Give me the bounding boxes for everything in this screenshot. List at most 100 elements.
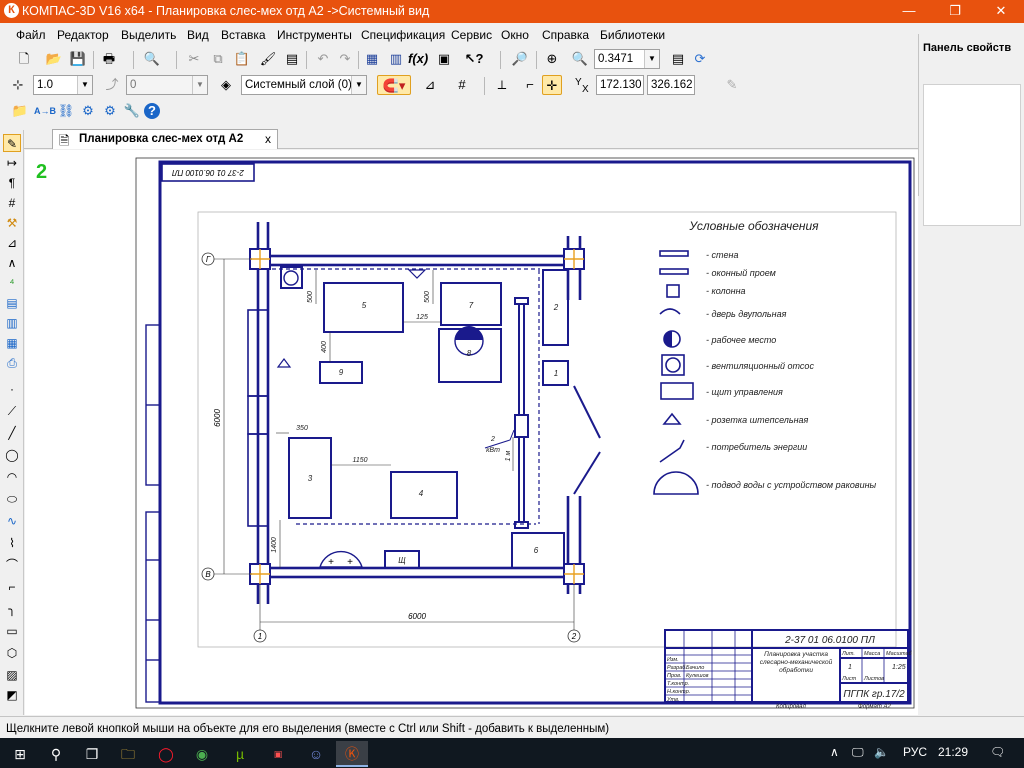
measure-icon[interactable]: ⊿	[3, 234, 21, 252]
tab-close-icon[interactable]: x	[265, 132, 271, 146]
help-pointer-icon[interactable]: ↖?	[464, 49, 484, 69]
fillet-icon[interactable]: ╮	[3, 600, 21, 618]
menu-insert[interactable]: Вставка	[221, 28, 266, 42]
menu-service[interactable]: Сервис	[451, 28, 492, 42]
fill-icon[interactable]: ◩	[3, 686, 21, 704]
chamfer-icon[interactable]: ⌐	[3, 578, 21, 596]
zoom-fit-icon[interactable]: ⊕	[542, 49, 562, 69]
chrome-icon[interactable]: ◉	[186, 741, 218, 767]
zoom-window-icon[interactable]: 🔎	[510, 49, 530, 69]
open-folder-icon[interactable]: 📁	[10, 101, 30, 121]
open-file-icon[interactable]: 📂	[44, 49, 64, 69]
new-file-icon[interactable]: 🗋	[14, 49, 34, 69]
menu-tools[interactable]: Инструменты	[277, 28, 352, 42]
copy-icon[interactable]: ⧉	[208, 49, 228, 69]
file-explorer-icon[interactable]: 🗀	[112, 741, 144, 767]
tools-icon[interactable]: 🔧	[122, 101, 142, 121]
zoom-icon[interactable]: 🔍	[570, 49, 590, 69]
ellipse-icon[interactable]: ⬭	[3, 490, 21, 508]
print-icon[interactable]: 🖶	[99, 49, 119, 69]
x-coord-field[interactable]: 172.130	[596, 75, 644, 95]
segment-icon[interactable]: ╱	[3, 424, 21, 442]
menu-select[interactable]: Выделить	[121, 28, 176, 42]
undo-icon[interactable]: ↶	[313, 49, 333, 69]
step-input[interactable]: 1.0 ▼	[33, 75, 93, 95]
close-button[interactable]: ✕	[978, 0, 1024, 23]
point-icon[interactable]: ·	[3, 380, 21, 398]
chevron-down-icon[interactable]: ▼	[192, 76, 207, 94]
aux-line-icon[interactable]: ⟋	[3, 402, 21, 420]
start-icon[interactable]: ⊞	[4, 741, 36, 767]
library-icon[interactable]: ⎙	[3, 354, 21, 372]
clock[interactable]: 21:29	[938, 745, 968, 759]
curve-icon[interactable]: ⌒	[3, 556, 21, 574]
cut-icon[interactable]: ✂	[184, 49, 204, 69]
redo-icon[interactable]: ↷	[335, 49, 355, 69]
menu-editor[interactable]: Редактор	[57, 28, 109, 42]
refresh-view-icon[interactable]: ▤	[668, 49, 688, 69]
help-icon[interactable]: ?	[144, 103, 160, 119]
coords-icon[interactable]: ⟂	[492, 75, 512, 95]
geometry-icon[interactable]: ✎	[3, 134, 21, 152]
menu-help[interactable]: Справка	[542, 28, 589, 42]
paste-icon[interactable]: 📋	[232, 49, 252, 69]
text-replace-icon[interactable]: A→B	[34, 101, 56, 121]
maximize-button[interactable]: ❐	[932, 0, 978, 23]
chevron-down-icon[interactable]: ▼	[77, 76, 92, 94]
print-preview-icon[interactable]: 🔍	[142, 49, 162, 69]
notation-icon[interactable]: ¶	[3, 174, 21, 192]
spline-icon[interactable]: ∿	[3, 512, 21, 530]
drawing-canvas[interactable]: 2 2-37 01 06.0100 ПЛ Г В 1 2 6000 6000 +…	[25, 150, 918, 715]
save-icon[interactable]: 💾	[68, 49, 88, 69]
reports-icon[interactable]: ▤	[3, 294, 21, 312]
format-painter-icon[interactable]: 🖌	[258, 49, 278, 69]
snap-magnet-icon[interactable]: 🧲▾	[377, 75, 411, 95]
hatch-icon[interactable]: ▨	[3, 666, 21, 684]
select-icon[interactable]: ∧	[3, 254, 21, 272]
fragment-icon[interactable]: ▦	[3, 334, 21, 352]
insert-view-icon[interactable]: ▥	[3, 314, 21, 332]
polygon-icon[interactable]: ⬡	[3, 644, 21, 662]
chevron-down-icon[interactable]: ▼	[644, 50, 659, 68]
layers-icon[interactable]: ◈	[216, 75, 236, 95]
polyline-icon[interactable]: ⌇	[3, 534, 21, 552]
kompas-taskbar-icon[interactable]: Ⓚ	[336, 741, 368, 767]
dimensions-icon[interactable]: ↦	[3, 154, 21, 172]
layer-select[interactable]: Системный слой (0) ▼	[241, 75, 367, 95]
menu-view[interactable]: Вид	[187, 28, 209, 42]
rectangle-icon[interactable]: ▭	[3, 622, 21, 640]
lib-icon[interactable]: ⚙	[100, 101, 120, 121]
editing-icon[interactable]: #	[3, 194, 21, 212]
formula-icon[interactable]: f(x)	[408, 49, 428, 69]
manager-icon[interactable]: ▦	[362, 49, 382, 69]
volume-icon[interactable]: 🔈	[874, 745, 889, 759]
variables-icon[interactable]: ▣	[434, 49, 454, 69]
regenerate-icon[interactable]: ⟳	[690, 49, 710, 69]
ortho-icon[interactable]: ⊿	[420, 75, 440, 95]
network-icon[interactable]: 🖵	[852, 745, 864, 760]
cursor-snap-icon[interactable]: ✛	[542, 75, 562, 95]
library-manager-icon[interactable]: ▥	[386, 49, 406, 69]
menu-file[interactable]: Файл	[16, 28, 46, 42]
circle-icon[interactable]: ◯	[3, 446, 21, 464]
notifications-icon[interactable]: 🗨	[990, 745, 1005, 759]
discord-icon[interactable]: ☺	[300, 741, 332, 767]
local-cs-icon[interactable]: ⊹	[8, 75, 28, 95]
minimize-button[interactable]: —	[886, 0, 932, 23]
language-indicator[interactable]: РУС	[903, 745, 927, 759]
menu-window[interactable]: Окно	[501, 28, 529, 42]
tray-chevron-icon[interactable]: ∧	[830, 745, 839, 759]
arc-icon[interactable]: ◠	[3, 468, 21, 486]
param-icon[interactable]: ⚒	[3, 214, 21, 232]
angle-icon[interactable]: ⤴	[102, 75, 122, 95]
round-icon[interactable]: ⌐	[520, 75, 540, 95]
media-app-icon[interactable]: ▣	[262, 741, 294, 767]
opera-icon[interactable]: ◯	[150, 741, 182, 767]
search-icon[interactable]: ⚲	[40, 741, 72, 767]
cogs-icon[interactable]: ⚙	[78, 101, 98, 121]
properties-icon[interactable]: ▤	[282, 49, 302, 69]
link-icon[interactable]: ⛓	[56, 101, 76, 121]
task-view-icon[interactable]: ❐	[76, 741, 108, 767]
zoom-input[interactable]: 0.3471 ▼	[594, 49, 660, 69]
chevron-down-icon[interactable]: ▼	[351, 76, 366, 94]
